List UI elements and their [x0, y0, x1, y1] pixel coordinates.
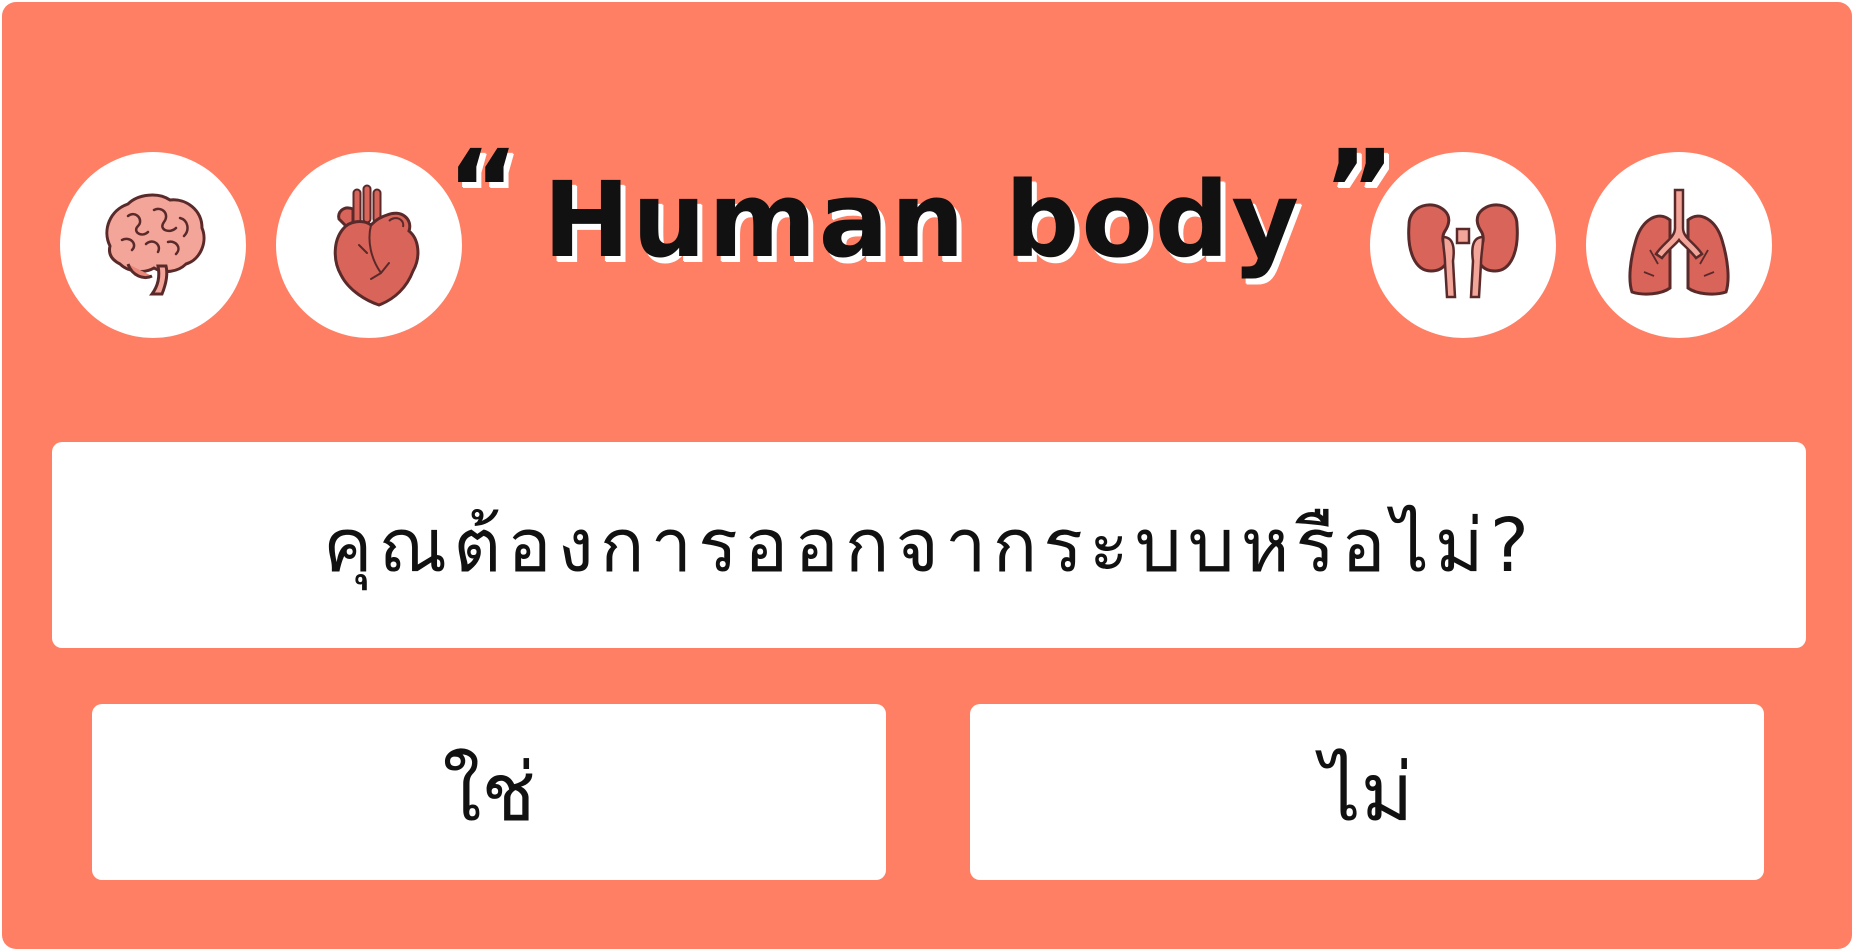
lungs-icon — [1628, 188, 1730, 296]
no-button[interactable]: ไม่ — [970, 704, 1764, 880]
question-panel: คุณต้องการออกจากระบบหรือไม่? — [52, 442, 1806, 648]
title-text: Human body — [543, 159, 1302, 281]
brain-icon-badge — [60, 152, 246, 338]
lungs-icon-badge — [1586, 152, 1772, 338]
kidneys-icon-badge — [1370, 152, 1556, 338]
app-title: “ Human body ” — [447, 120, 1396, 320]
question-text: คุณต้องการออกจากระบบหรือไม่? — [323, 503, 1535, 589]
yes-button[interactable]: ใช่ — [92, 704, 886, 880]
title-open-quote: “ — [446, 126, 521, 254]
logout-dialog: “ Human body ” คุณต้องการออกจากระบบหรือไ — [2, 2, 1852, 949]
brain-icon — [105, 193, 206, 296]
kidneys-icon — [1407, 203, 1519, 299]
dialog-header: “ Human body ” — [2, 2, 1852, 402]
heart-icon — [333, 184, 420, 307]
